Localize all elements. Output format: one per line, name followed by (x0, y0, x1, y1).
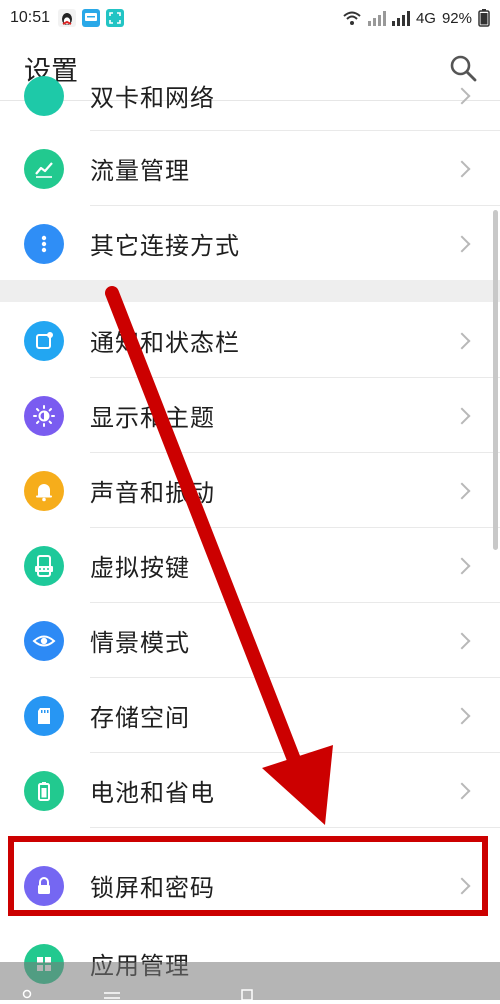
chevron-right-icon (453, 782, 471, 799)
settings-item-display-theme[interactable]: 显示和主题 (0, 378, 500, 453)
signal-icon (367, 10, 386, 26)
settings-item-traffic[interactable]: 流量管理 (0, 131, 500, 206)
status-bar: 10:51 4G 92% (0, 0, 500, 36)
chevron-right-icon (453, 557, 471, 574)
settings-item-label: 其它连接方式 (90, 232, 240, 260)
settings-item-label: 流量管理 (90, 157, 190, 185)
recent-apps-icon (241, 989, 253, 1001)
settings-item-other-connections[interactable]: 其它连接方式 (0, 206, 500, 281)
divider (90, 827, 500, 828)
bell-icon (24, 470, 64, 511)
settings-item-label: 声音和振动 (90, 479, 215, 507)
settings-item-virtual-keys[interactable]: 虚拟按键 (0, 528, 500, 603)
sim-network-icon (24, 75, 64, 116)
scrollbar[interactable] (493, 210, 498, 550)
settings-item-notifications[interactable]: 通知和状态栏 (0, 303, 500, 378)
sd-card-icon (24, 695, 64, 736)
chevron-right-icon (453, 632, 471, 649)
scan-icon (106, 9, 125, 27)
navigation-bar (0, 962, 500, 1001)
chevron-right-icon (453, 160, 471, 177)
settings-item-sound-vibration[interactable]: 声音和振动 (0, 453, 500, 528)
settings-item-label: 双卡和网络 (90, 84, 215, 112)
message-icon (82, 9, 101, 27)
settings-item-sim-network[interactable]: 双卡和网络 (0, 58, 500, 133)
settings-item-scene-mode[interactable]: 情景模式 (0, 603, 500, 678)
settings-item-label: 情景模式 (90, 629, 190, 657)
highlight-box (8, 836, 488, 916)
switch-arrows-icon (104, 992, 120, 999)
battery-level: 92% (441, 9, 472, 27)
status-time: 10:51 (10, 9, 51, 26)
settings-item-label: 电池和省电 (90, 779, 215, 807)
virtual-keys-icon (24, 545, 64, 586)
brightness-icon (24, 395, 64, 436)
chevron-right-icon (453, 87, 471, 104)
settings-item-label: 显示和主题 (90, 404, 215, 432)
settings-item-battery[interactable]: 电池和省电 (0, 753, 500, 828)
chevron-right-icon (453, 407, 471, 424)
battery-status-icon (478, 9, 490, 27)
more-dots-icon (24, 223, 64, 264)
settings-item-storage[interactable]: 存储空间 (0, 678, 500, 753)
notification-icon (24, 320, 64, 361)
qq-penguin-icon (58, 9, 77, 27)
signal-icon (391, 10, 410, 26)
battery-icon (24, 770, 64, 811)
chevron-right-icon (453, 482, 471, 499)
network-type: 4G (415, 9, 436, 27)
home-dot-icon (22, 989, 32, 999)
settings-item-label: 存储空间 (90, 704, 190, 732)
wifi-icon (343, 11, 361, 25)
chevron-right-icon (453, 707, 471, 724)
group-separator (0, 280, 500, 302)
settings-item-label: 通知和状态栏 (90, 329, 240, 357)
chevron-right-icon (453, 235, 471, 252)
chevron-right-icon (453, 332, 471, 349)
settings-item-label: 虚拟按键 (90, 554, 190, 582)
traffic-chart-icon (24, 148, 64, 189)
eye-icon (24, 620, 64, 661)
